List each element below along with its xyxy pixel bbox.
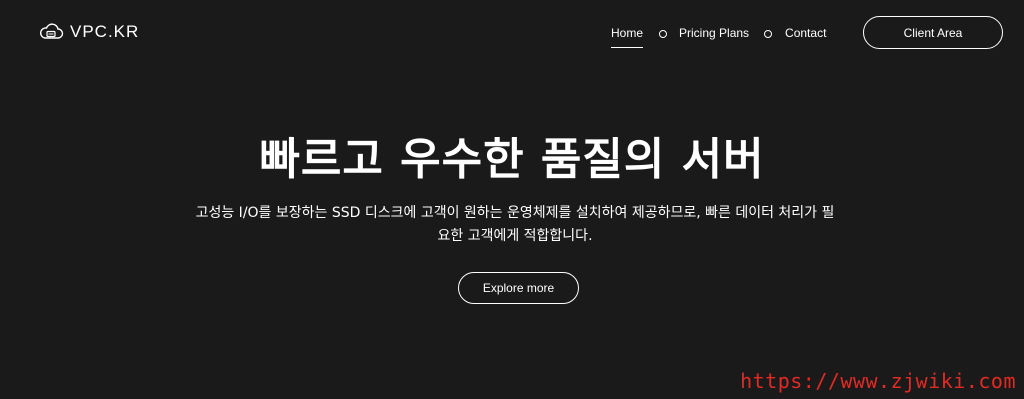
cloud-server-icon	[40, 23, 64, 39]
nav-separator-dot	[764, 30, 773, 38]
explore-more-button[interactable]: Explore more	[458, 272, 579, 304]
main-nav: Home Pricing Plans Contact	[611, 24, 826, 48]
nav-separator-dot	[659, 30, 668, 38]
client-area-button[interactable]: Client Area	[863, 16, 1003, 49]
nav-home[interactable]: Home	[611, 24, 644, 48]
hero-title: 빠르고 우수한 품질의 서버	[259, 134, 765, 185]
brand-name: VPC.KR	[70, 22, 140, 41]
hero-subtitle: 고성능 I/O를 보장하는 SSD 디스크에 고객이 원하는 운영체제를 설치하…	[195, 205, 835, 244]
nav-pricing-plans[interactable]: Pricing Plans	[679, 24, 749, 42]
site-header: VPC.KR Home Pricing Plans Contact Client…	[0, 0, 1024, 66]
nav-contact[interactable]: Contact	[785, 24, 826, 42]
brand-logo[interactable]: VPC.KR	[38, 20, 139, 44]
watermark-url: https://www.zjwiki.com	[740, 369, 1016, 393]
